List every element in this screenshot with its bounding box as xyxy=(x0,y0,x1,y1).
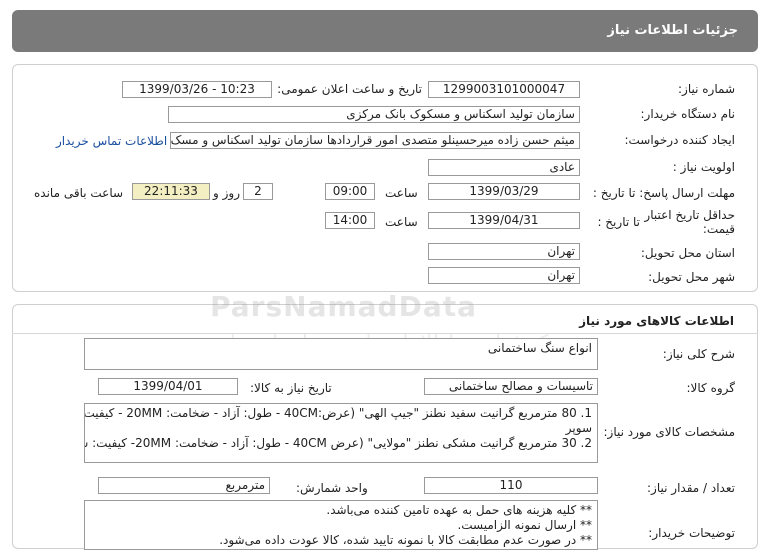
desc-label: شرح کلی نیاز: xyxy=(662,347,735,361)
buyer-notes-field: ** کلیه هزینه های حمل به عهده تامین کنند… xyxy=(84,500,598,550)
desc-field: انواع سنگ ساختمانی xyxy=(84,338,598,370)
buyer-org-label: نام دستگاه خریدار: xyxy=(640,107,736,121)
city-label: شهر محل تحویل: xyxy=(648,270,735,284)
qty-field: 110 xyxy=(424,477,598,494)
validity-date-field: 1399/04/31 xyxy=(428,212,580,229)
validity-label-line2: قیمت: xyxy=(702,222,735,236)
desc-text: انواع سنگ ساختمانی xyxy=(487,341,592,355)
province-label: استان محل تحویل: xyxy=(640,246,735,260)
city-field: تهران xyxy=(428,267,580,284)
specs-line-2: سوپر xyxy=(565,421,592,435)
validity-to-label: تا تاریخ : xyxy=(597,215,640,229)
need-date-field: 1399/04/01 xyxy=(98,378,238,395)
deadline-time-field: 09:00 xyxy=(325,183,375,200)
days-field: 2 xyxy=(243,183,273,200)
requester-field: میثم حسن زاده میرحسینلو متصدی امور قرارد… xyxy=(170,132,580,149)
deadline-label: مهلت ارسال پاسخ: تا تاریخ : xyxy=(592,186,735,200)
buyer-notes-label: توضیحات خریدار: xyxy=(648,526,735,540)
buyer-contact-link[interactable]: اطلاعات تماس خریدار xyxy=(56,134,167,148)
specs-label: مشخصات کالای مورد نیاز: xyxy=(603,425,735,439)
qty-label: تعداد / مقدار نیاز: xyxy=(647,481,735,495)
need-number-label: شماره نیاز: xyxy=(678,82,735,96)
days-label: روز و xyxy=(213,186,240,200)
deadline-time-label: ساعت xyxy=(385,186,418,200)
buyer-notes-line-2: ** ارسال نمونه الزامیست. xyxy=(457,518,592,532)
unit-field: مترمربع xyxy=(98,477,270,494)
need-date-label: تاریخ نیاز به کالا: xyxy=(250,381,332,395)
priority-label: اولویت نیاز : xyxy=(672,160,735,174)
remaining-label: ساعت باقی مانده xyxy=(34,186,124,200)
specs-field: 1. 80 مترمربع گرانیت سفید نطنز "جیپ الهی… xyxy=(84,403,598,463)
page-title: جزئیات اطلاعات نیاز xyxy=(607,23,738,38)
priority-field: عادی xyxy=(428,159,580,176)
remaining-time-field: 22:11:33 xyxy=(132,183,210,200)
province-field: تهران xyxy=(428,243,580,260)
deadline-date-field: 1399/03/29 xyxy=(428,183,580,200)
specs-line-3: 2. 30 مترمربع گرانیت مشکی نطنز "مولایی" … xyxy=(85,436,592,450)
group-label: گروه کالا: xyxy=(686,381,736,395)
requester-label: ایجاد کننده درخواست: xyxy=(624,133,735,147)
goods-section-title: اطلاعات کالاهای مورد نیاز xyxy=(579,314,734,328)
page-header: جزئیات اطلاعات نیاز xyxy=(12,10,758,52)
validity-time-field: 14:00 xyxy=(325,212,375,229)
buyer-org-field: سازمان تولید اسکناس و مسکوک بانک مرکزی xyxy=(168,106,580,123)
buyer-notes-line-3: ** در صورت عدم مطابقت کالا با نمونه تایی… xyxy=(219,533,592,547)
buyer-notes-line-1: ** کلیه هزینه های حمل به عهده تامین کنند… xyxy=(326,503,592,517)
announce-label: تاریخ و ساعت اعلان عمومی: xyxy=(277,82,422,96)
group-field: تاسیسات و مصالح ساختمانی xyxy=(424,378,598,395)
announce-field: 1399/03/26 - 10:23 xyxy=(122,81,272,98)
validity-label-line1: حداقل تاریخ اعتبار xyxy=(644,208,735,222)
watermark-logo: ParsNamadData xyxy=(210,290,477,323)
specs-line-1: 1. 80 مترمربع گرانیت سفید نطنز "جیپ الهی… xyxy=(84,406,592,420)
need-number-field: 1299003101000047 xyxy=(428,81,580,98)
unit-label: واحد شمارش: xyxy=(296,481,368,495)
validity-time-label: ساعت xyxy=(385,215,418,229)
